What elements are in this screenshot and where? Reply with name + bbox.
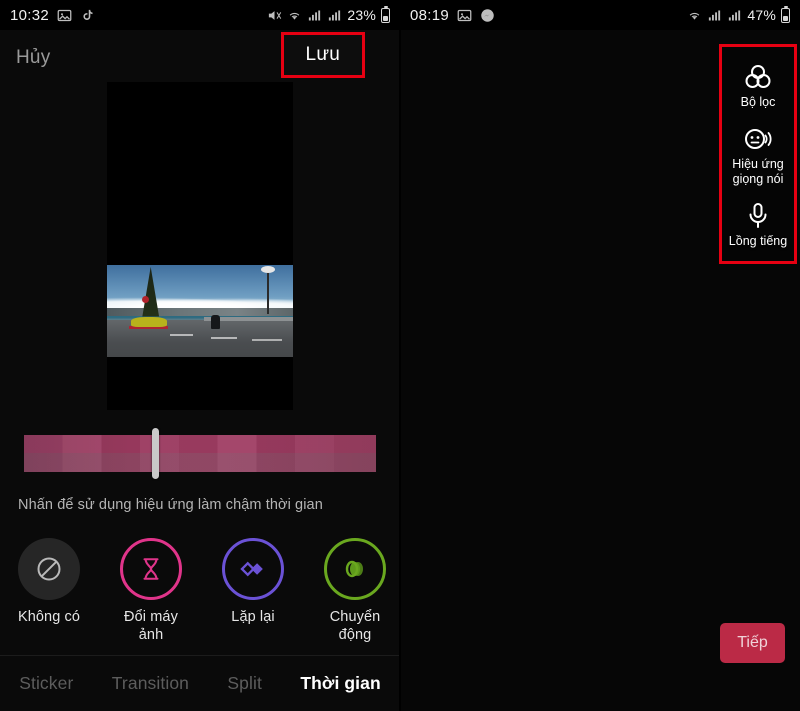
effects-row: Không có Đổi máy ảnh Lặp lại Chuyển động xyxy=(0,538,400,650)
left-status-time: 10:32 xyxy=(10,6,50,24)
cancel-button[interactable]: Hủy xyxy=(16,47,50,69)
concentric-ovals-icon xyxy=(345,560,363,578)
next-button-label: Tiếp xyxy=(737,634,768,651)
effect-label: Lặp lại xyxy=(231,609,275,625)
battery-icon xyxy=(381,5,390,23)
menu-item-label: Hiệu ứng giọng nói xyxy=(732,156,784,187)
menu-item-voiceover[interactable]: Lồng tiếng xyxy=(722,202,794,250)
voice-effect-icon xyxy=(745,128,772,149)
signal2-icon xyxy=(729,10,741,20)
effect-item-motion[interactable]: Chuyển động xyxy=(318,538,392,650)
left-header: Hủy Lưu xyxy=(0,30,400,86)
tab-split[interactable]: Split xyxy=(227,673,262,694)
lane-line xyxy=(211,336,238,339)
effect-item-repeat[interactable]: Lặp lại xyxy=(216,538,290,650)
panel-divider xyxy=(399,0,401,711)
messenger-icon xyxy=(481,8,494,22)
left-video-preview[interactable] xyxy=(107,82,293,410)
right-panel: 08:19 47% Bộ lọc Hiệu ứng giọng nói Lồng… xyxy=(400,0,800,711)
next-button[interactable]: Tiếp xyxy=(720,623,785,663)
effect-circle xyxy=(222,538,284,600)
tree xyxy=(142,266,160,317)
signal-icon xyxy=(309,10,321,20)
tab-thoi-gian[interactable]: Thời gian xyxy=(300,673,380,694)
effect-item-slowmo[interactable]: Đổi máy ảnh xyxy=(114,538,188,650)
tab-transition[interactable]: Transition xyxy=(112,673,189,694)
battery-icon xyxy=(781,5,790,23)
tiktok-icon xyxy=(83,9,93,20)
menu-item-label: Bộ lọc xyxy=(740,95,776,109)
microphone-icon xyxy=(749,202,767,228)
effect-circle xyxy=(324,538,386,600)
far-shore xyxy=(107,308,293,316)
left-panel: 10:32 23% Hủy Lưu Nhấn để sử dụng hiệu ứ… xyxy=(0,0,400,711)
right-status-right: 47% xyxy=(687,5,790,23)
right-status-bar: 08:19 47% xyxy=(400,0,800,30)
menu-item-filter[interactable]: Bộ lọc xyxy=(722,63,794,111)
mute-icon xyxy=(269,10,282,20)
tab-sticker[interactable]: Sticker xyxy=(19,673,73,694)
left-tab-bar: Sticker Transition Split Thời gian xyxy=(0,655,400,711)
effect-circle xyxy=(18,538,80,600)
timeline-playhead[interactable] xyxy=(152,428,159,479)
right-status-left: 08:19 xyxy=(410,7,495,24)
effect-label: Không có xyxy=(17,609,81,625)
effect-label: Đổi máy ảnh xyxy=(124,609,178,644)
filter-circles-icon xyxy=(745,65,771,88)
screenshot-root: 10:32 23% Hủy Lưu Nhấn để sử dụng hiệu ứ… xyxy=(0,0,800,711)
street-lamp xyxy=(260,265,275,314)
effect-item-none[interactable]: Không có xyxy=(12,538,86,650)
double-diamond-icon xyxy=(240,561,263,577)
left-video-frame xyxy=(107,265,293,357)
motorbike xyxy=(211,315,221,330)
left-status-bar: 10:32 23% xyxy=(0,0,400,30)
image-icon xyxy=(57,9,72,21)
slow-motion-hint: Nhấn để sử dụng hiệu ứng làm chậm thời g… xyxy=(18,497,323,513)
wifi-icon xyxy=(690,12,700,20)
effect-circle xyxy=(120,538,182,600)
lane-line xyxy=(170,333,193,336)
timeline-thumbnails-lower xyxy=(24,452,376,472)
right-status-time: 08:19 xyxy=(410,6,450,24)
no-symbol-icon xyxy=(37,557,61,581)
hourglass-icon xyxy=(143,558,159,580)
right-battery-percent: 47% xyxy=(747,7,776,23)
left-battery-percent: 23% xyxy=(347,7,376,23)
right-side-menu-highlight: Bộ lọc Hiệu ứng giọng nói Lồng tiếng xyxy=(719,44,797,264)
menu-item-voice-effect[interactable]: Hiệu ứng giọng nói xyxy=(722,125,794,188)
left-status-left: 10:32 xyxy=(10,7,95,24)
flowerbed xyxy=(131,316,167,327)
save-button[interactable]: Lưu xyxy=(306,44,340,65)
left-status-right: 23% xyxy=(267,5,390,23)
menu-item-label: Lồng tiếng xyxy=(728,233,788,248)
wifi-icon xyxy=(290,12,300,20)
signal-icon xyxy=(709,10,721,20)
lane-line xyxy=(252,339,282,342)
timeline-track[interactable] xyxy=(24,435,376,472)
signal2-icon xyxy=(329,10,341,20)
effect-label: Chuyển động xyxy=(329,609,381,644)
save-button-highlight: Lưu xyxy=(280,32,365,78)
image-icon xyxy=(457,9,472,21)
timeline-row[interactable] xyxy=(0,422,400,482)
